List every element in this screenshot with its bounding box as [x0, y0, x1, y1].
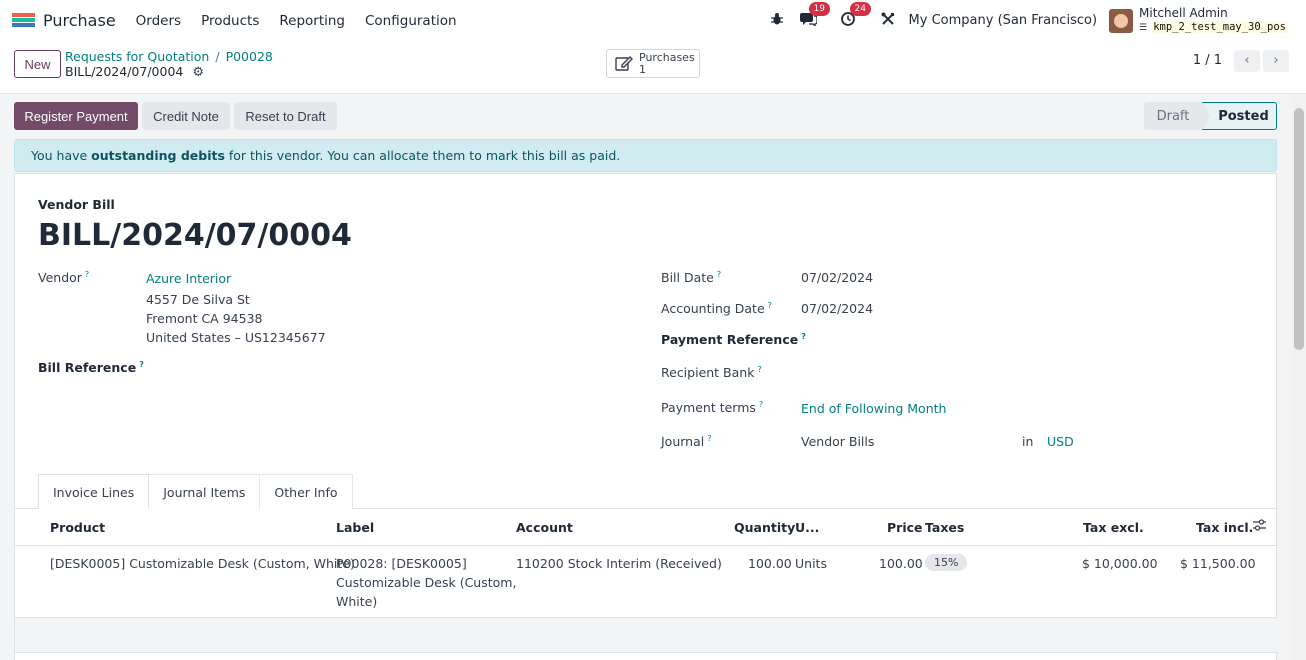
accounting-date-field[interactable]: 07/02/2024 — [801, 301, 873, 316]
outstanding-debits-alert: You have outstanding debits for this ven… — [14, 139, 1277, 172]
tools-icon[interactable] — [881, 12, 895, 30]
menu-products[interactable]: Products — [201, 13, 259, 29]
database-icon: ☰ — [1139, 22, 1148, 33]
user-menu[interactable]: Mitchell Admin ☰ kmp_2_test_may_30_pos — [1139, 5, 1288, 35]
table-header-divider — [15, 545, 1278, 546]
line-account[interactable]: 110200 Stock Interim (Received) — [516, 554, 722, 573]
line-quantity[interactable]: 100.00 — [748, 554, 792, 573]
company-switcher[interactable]: My Company (San Francisco) — [909, 13, 1097, 28]
bill-reference-label: Bill Reference? — [38, 360, 144, 376]
scrollbar-thumb[interactable] — [1294, 108, 1304, 350]
line-label[interactable]: P00028: [DESK0005] Customizable Desk (Cu… — [336, 554, 516, 611]
payment-terms-label: Payment terms? — [661, 400, 764, 416]
app-logo-icon[interactable] — [12, 12, 35, 29]
line-uom[interactable]: Units — [795, 554, 827, 573]
line-product[interactable]: [DESK0005] Customizable Desk (Custom, Wh… — [50, 554, 355, 573]
vendor-address-line-1: 4557 De Silva St — [146, 292, 250, 307]
register-payment-button[interactable]: Register Payment — [14, 102, 138, 130]
line-label-2: Customizable Desk (Custom, — [336, 575, 517, 590]
payment-terms-field[interactable]: End of Following Month — [801, 401, 946, 416]
database-label: ☰ kmp_2_test_may_30_pos — [1139, 20, 1288, 35]
chat-icon[interactable]: 19 — [799, 1, 830, 30]
column-settings-icon[interactable] — [1253, 519, 1266, 534]
pager-previous-icon[interactable]: ‹ — [1234, 50, 1260, 72]
journal-in-label: in — [1022, 434, 1034, 449]
currency-field[interactable]: USD — [1047, 434, 1074, 449]
smart-button-count: 1 — [639, 62, 646, 76]
col-tax-incl[interactable]: Tax incl. — [1196, 520, 1253, 535]
table-row-divider-2 — [15, 652, 1278, 653]
line-tax-incl: $ 11,500.00 — [1180, 556, 1256, 571]
breadcrumb-po[interactable]: P00028 — [226, 49, 273, 64]
reset-to-draft-button[interactable]: Reset to Draft — [234, 102, 337, 130]
menu-configuration[interactable]: Configuration — [365, 13, 457, 29]
bill-date-field[interactable]: 07/02/2024 — [801, 270, 873, 285]
alert-prefix: You have — [31, 148, 92, 163]
journal-field[interactable]: Vendor Bills — [801, 434, 874, 449]
purchases-smart-button[interactable]: Purchases 1 — [606, 49, 700, 78]
col-label[interactable]: Label — [336, 520, 374, 535]
top-navbar: Purchase Orders Products Reporting Confi… — [0, 0, 1306, 41]
tab-invoice-lines[interactable]: Invoice Lines — [38, 474, 150, 509]
gear-icon[interactable]: ⚙ — [192, 65, 204, 80]
col-product[interactable]: Product — [50, 520, 105, 535]
status-bar: Draft Posted — [1144, 102, 1277, 130]
tab-other-info[interactable]: Other Info — [259, 474, 353, 509]
record-name-text: BILL/2024/07/0004 — [65, 64, 184, 79]
document-name: BILL/2024/07/0004 — [38, 218, 352, 253]
journal-label: Journal? — [661, 434, 712, 450]
tab-journal-items[interactable]: Journal Items — [148, 474, 261, 509]
col-taxes[interactable]: Taxes — [925, 520, 964, 535]
menu-reporting[interactable]: Reporting — [279, 13, 345, 29]
status-draft[interactable]: Draft — [1144, 102, 1202, 130]
line-price[interactable]: 100.00 — [879, 554, 923, 573]
line-label-3: White) — [336, 594, 378, 609]
col-price[interactable]: Price — [887, 520, 923, 535]
app-name[interactable]: Purchase — [43, 11, 116, 30]
control-panel: New Requests for Quotation / P00028 BILL/2… — [0, 41, 1306, 94]
vendor-address-line-3: United States – US12345677 — [146, 330, 326, 345]
messages-badge: 19 — [808, 1, 830, 16]
recipient-bank-label: Recipient Bank? — [661, 365, 762, 381]
col-uom[interactable]: U... — [795, 520, 819, 535]
vendor-field[interactable]: Azure Interior — [146, 271, 231, 286]
record-name: BILL/2024/07/0004 ⚙ — [65, 64, 204, 80]
clock-icon[interactable]: 24 — [840, 1, 871, 30]
alert-suffix: for this vendor. You can allocate them t… — [224, 148, 621, 163]
smart-button-label: Purchases — [639, 50, 695, 64]
navbar-systray: 19 24 My Company (San Francisco) Mitchel… — [756, 0, 1288, 41]
line-tax-excl: $ 10,000.00 — [1082, 556, 1158, 571]
col-quantity[interactable]: Quantity — [734, 520, 795, 535]
user-name: Mitchell Admin — [1139, 5, 1228, 20]
status-posted[interactable]: Posted — [1202, 102, 1277, 130]
new-button[interactable]: New — [14, 50, 61, 78]
form-sheet: Vendor Bill BILL/2024/07/0004 Vendor? Az… — [14, 173, 1278, 660]
bill-date-label: Bill Date? — [661, 270, 722, 286]
payment-reference-label: Payment Reference? — [661, 332, 806, 348]
accounting-date-label: Accounting Date? — [661, 301, 772, 317]
col-account[interactable]: Account — [516, 520, 573, 535]
col-tax-excl[interactable]: Tax excl. — [1083, 520, 1144, 535]
bug-icon[interactable] — [770, 12, 784, 30]
breadcrumb-rfq[interactable]: Requests for Quotation — [65, 49, 209, 64]
credit-note-button[interactable]: Credit Note — [142, 102, 230, 130]
vendor-label: Vendor? — [38, 270, 90, 286]
edit-icon — [615, 56, 633, 71]
document-type: Vendor Bill — [38, 197, 115, 212]
activities-badge: 24 — [849, 1, 871, 16]
alert-bold[interactable]: outstanding debits — [91, 148, 225, 163]
menu-orders[interactable]: Orders — [136, 13, 181, 29]
vendor-address-line-2: Fremont CA 94538 — [146, 311, 263, 326]
database-name: kmp_2_test_may_30_pos — [1151, 20, 1288, 33]
line-tax-badge[interactable]: 15% — [925, 554, 968, 571]
empty-table-row[interactable] — [15, 618, 1278, 652]
pager-next-icon[interactable]: › — [1263, 50, 1289, 72]
notebook-tabs: Invoice Lines Journal Items Other Info — [38, 474, 353, 509]
breadcrumb: Requests for Quotation / P00028 — [65, 49, 273, 64]
user-avatar[interactable] — [1109, 8, 1134, 33]
pager-value[interactable]: 1 / 1 — [1193, 53, 1222, 68]
line-label-1: P00028: [DESK0005] — [336, 556, 467, 571]
